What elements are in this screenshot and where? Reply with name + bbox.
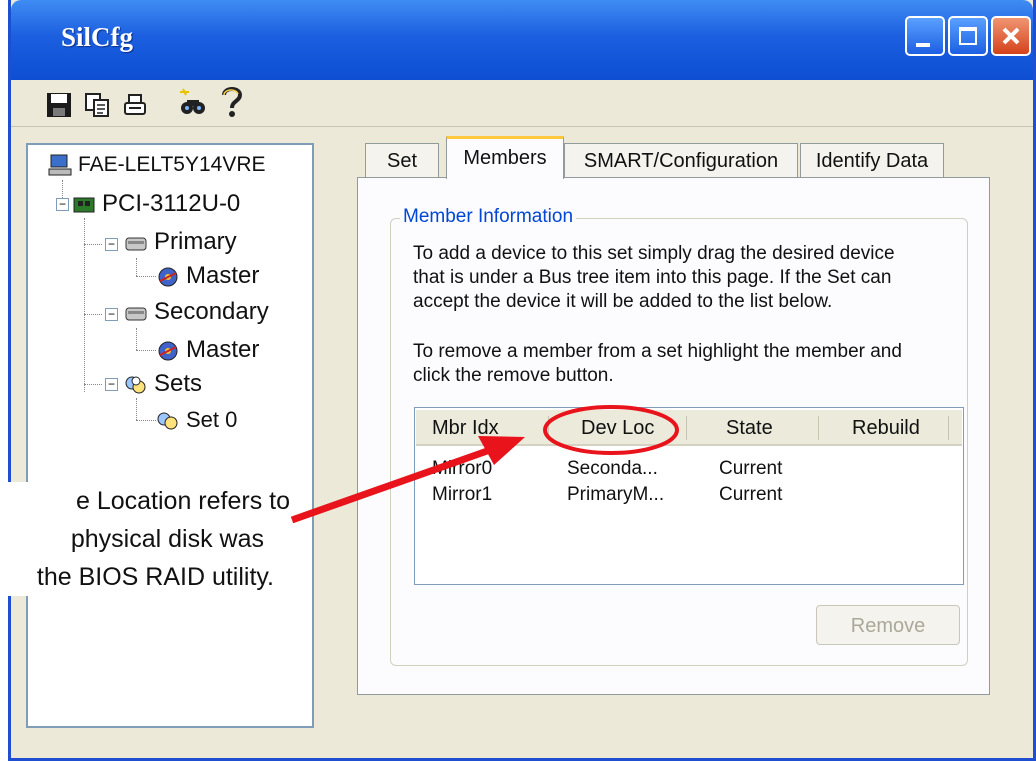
highlight-ellipse bbox=[543, 405, 679, 455]
callout-arrow bbox=[290, 446, 492, 524]
annotation-overlay bbox=[290, 405, 679, 524]
tab-members[interactable]: Members bbox=[446, 136, 564, 179]
